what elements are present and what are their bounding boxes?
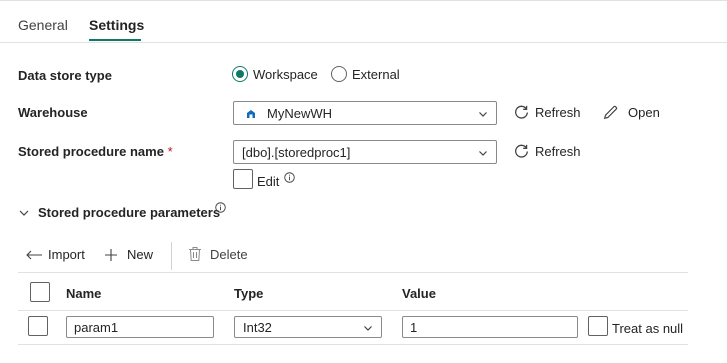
param-type-value: Int32: [243, 320, 272, 335]
active-tab-indicator: [89, 39, 141, 41]
chevron-down-icon: [19, 210, 29, 216]
warehouse-icon: [247, 110, 255, 118]
toolbar-separator: [171, 242, 172, 270]
delete-button[interactable]: Delete: [188, 246, 248, 262]
select-all-checkbox[interactable]: [30, 282, 50, 302]
tab-settings[interactable]: Settings: [89, 17, 144, 33]
stored-procedure-refresh-button[interactable]: Refresh: [513, 143, 581, 160]
info-icon[interactable]: [284, 172, 295, 183]
info-icon[interactable]: [215, 202, 226, 213]
tab-general[interactable]: General: [18, 17, 68, 33]
trash-icon: [189, 247, 201, 261]
param-type-dropdown[interactable]: Int32: [234, 316, 382, 338]
radio-unselected-icon[interactable]: [331, 66, 347, 82]
warehouse-dropdown[interactable]: MyNewWH: [233, 101, 497, 125]
warehouse-open-button[interactable]: Open: [602, 104, 660, 121]
import-label: Import: [48, 247, 85, 262]
chevron-down-icon: [479, 112, 487, 117]
treat-as-null-label: Treat as null: [612, 321, 684, 336]
import-arrow-icon: [26, 250, 42, 259]
warehouse-refresh-label: Refresh: [535, 105, 581, 120]
column-header-value: Value: [402, 286, 436, 301]
chevron-down-icon: [364, 326, 372, 331]
stored-procedure-label: Stored procedure name *: [18, 144, 173, 159]
warehouse-open-label: Open: [628, 105, 660, 120]
new-button[interactable]: New: [104, 247, 153, 262]
warehouse-refresh-button[interactable]: Refresh: [513, 104, 581, 121]
warehouse-label: Warehouse: [18, 105, 88, 120]
parameters-section-label: Stored procedure parameters: [38, 205, 221, 220]
plus-icon: [105, 248, 117, 261]
table-header-border: [18, 310, 688, 311]
warehouse-value: MyNewWH: [267, 106, 332, 121]
top-border: [0, 0, 727, 1]
radio-external[interactable]: External: [331, 66, 400, 82]
stored-procedure-refresh-label: Refresh: [535, 144, 581, 159]
param-name-input[interactable]: param1: [66, 316, 214, 338]
radio-workspace[interactable]: Workspace: [232, 66, 318, 82]
table-row-border: [18, 344, 688, 345]
column-header-name: Name: [66, 286, 102, 301]
tabs-divider: [0, 42, 727, 43]
edit-label: Edit: [257, 174, 280, 189]
parameters-section-toggle[interactable]: Stored procedure parameters: [18, 205, 220, 220]
stored-procedure-dropdown[interactable]: [dbo].[storedproc1]: [233, 140, 497, 164]
radio-workspace-label: Workspace: [253, 66, 318, 82]
edit-checkbox[interactable]: [233, 169, 253, 189]
required-mark: *: [167, 144, 173, 159]
delete-label: Delete: [210, 246, 248, 262]
row-select-checkbox[interactable]: [28, 316, 48, 336]
column-header-type: Type: [234, 286, 264, 301]
radio-selected-icon[interactable]: [232, 66, 248, 82]
stored-procedure-label-text: Stored procedure name: [18, 144, 164, 159]
refresh-icon: [515, 144, 528, 158]
data-store-type-label: Data store type: [18, 68, 112, 83]
new-label: New: [127, 247, 154, 262]
import-button[interactable]: Import: [25, 247, 85, 262]
stored-procedure-value: [dbo].[storedproc1]: [242, 145, 351, 160]
param-value-input[interactable]: 1: [402, 316, 578, 338]
treat-as-null-checkbox[interactable]: [588, 316, 608, 336]
refresh-icon: [515, 105, 528, 119]
radio-external-label: External: [352, 66, 400, 82]
chevron-down-icon: [479, 151, 487, 156]
table-top-border: [18, 272, 688, 273]
pencil-icon: [603, 105, 618, 120]
